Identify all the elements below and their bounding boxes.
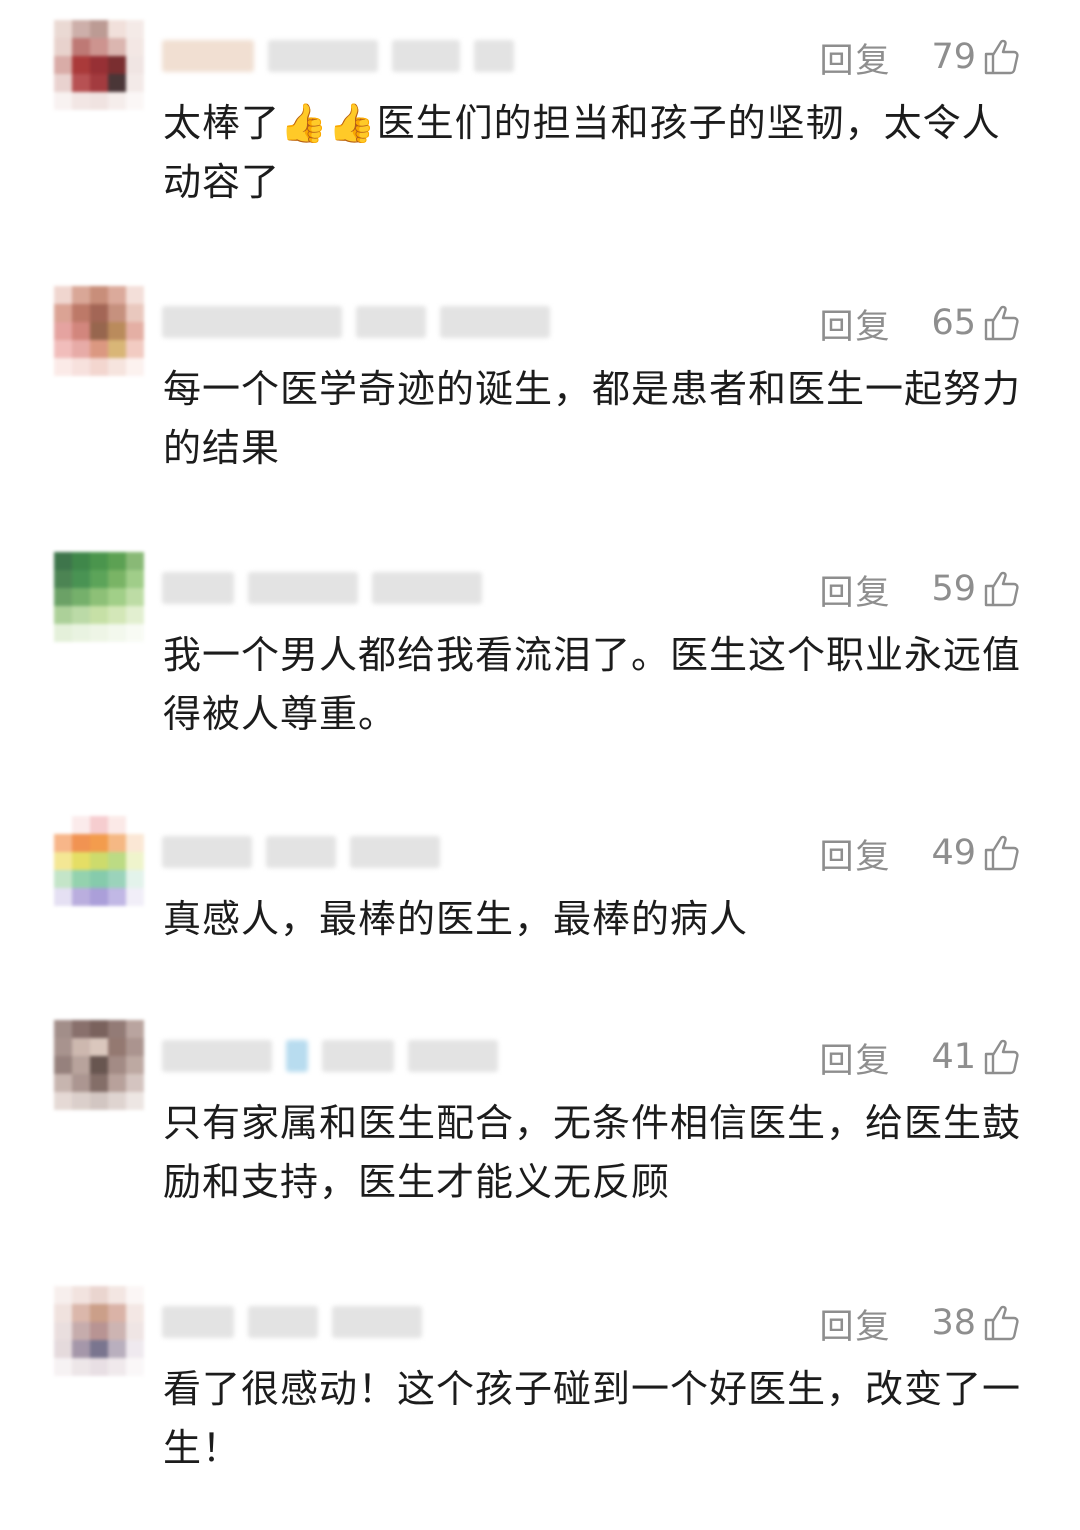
reply-button[interactable]: 回复 xyxy=(819,1299,891,1348)
username-blurred[interactable] xyxy=(162,1304,422,1340)
username-blurred[interactable] xyxy=(162,834,440,870)
thumbs-up-icon[interactable] xyxy=(982,1037,1022,1077)
comment-text: 真感人，最棒的医生，最棒的病人 xyxy=(163,897,749,941)
thumbs-up-icon[interactable] xyxy=(982,303,1022,343)
avatar[interactable] xyxy=(54,552,144,642)
comment-actions: 回复 79 xyxy=(819,33,1022,82)
like-count: 41 xyxy=(931,1037,976,1077)
reply-button[interactable]: 回复 xyxy=(819,1033,891,1082)
reply-button[interactable]: 回复 xyxy=(819,565,891,614)
avatar[interactable] xyxy=(54,20,144,110)
like-count: 79 xyxy=(931,37,976,77)
avatar[interactable] xyxy=(54,816,144,906)
comment-actions: 回复 65 xyxy=(819,299,1022,348)
like-count: 65 xyxy=(931,303,976,343)
thumbs-up-icon[interactable] xyxy=(982,833,1022,873)
comment-actions: 回复 59 xyxy=(819,565,1022,614)
like-count: 38 xyxy=(931,1303,976,1343)
avatar[interactable] xyxy=(54,286,144,376)
thumbs-up-icon[interactable] xyxy=(982,1303,1022,1343)
avatar[interactable] xyxy=(54,1286,144,1376)
comment-text: 太棒了👍👍医生们的担当和孩子的坚韧，太令人动容了 xyxy=(163,101,1001,204)
comment-actions: 回复 49 xyxy=(819,829,1022,878)
comment-text: 每一个医学奇迹的诞生，都是患者和医生一起努力的结果 xyxy=(163,367,1022,470)
comment-text: 看了很感动！这个孩子碰到一个好医生，改变了一生！ xyxy=(163,1367,1022,1470)
reply-button[interactable]: 回复 xyxy=(819,829,891,878)
username-blurred[interactable] xyxy=(162,1038,498,1074)
reply-button[interactable]: 回复 xyxy=(819,299,891,348)
like-count: 59 xyxy=(931,569,976,609)
username-blurred[interactable] xyxy=(162,304,550,340)
comment-text: 我一个男人都给我看流泪了。医生这个职业永远值得被人尊重。 xyxy=(163,633,1022,736)
like-count: 49 xyxy=(931,833,976,873)
comment-actions: 回复 41 xyxy=(819,1033,1022,1082)
reply-button[interactable]: 回复 xyxy=(819,33,891,82)
thumbs-up-icon[interactable] xyxy=(982,37,1022,77)
thumbs-up-icon[interactable] xyxy=(982,569,1022,609)
comment-text: 只有家属和医生配合，无条件相信医生，给医生鼓励和支持，医生才能义无反顾 xyxy=(163,1101,1022,1204)
avatar[interactable] xyxy=(54,1020,144,1110)
comment-actions: 回复 38 xyxy=(819,1299,1022,1348)
username-blurred[interactable] xyxy=(162,38,514,74)
username-blurred[interactable] xyxy=(162,570,482,606)
